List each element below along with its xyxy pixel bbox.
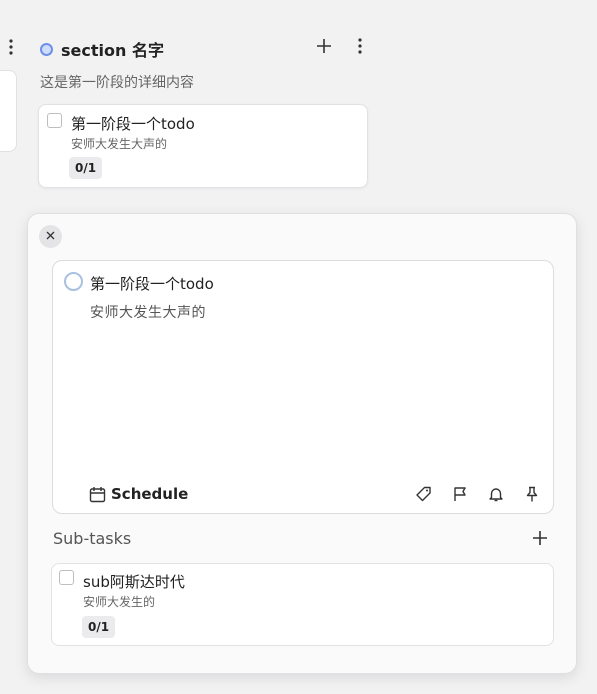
task-note: 安师大发生大声的 <box>71 137 168 151</box>
left-column-more-button[interactable] <box>4 38 18 62</box>
plus-icon <box>317 39 331 53</box>
section-description: 这是第一阶段的详细内容 <box>40 75 194 91</box>
task-title-input[interactable]: 第一阶段一个todo <box>90 273 214 294</box>
section-more-button[interactable] <box>350 38 370 60</box>
top-strip <box>0 0 597 16</box>
add-subtask-button[interactable] <box>528 527 552 551</box>
bell-icon[interactable] <box>487 485 505 503</box>
tag-icon[interactable] <box>415 485 433 503</box>
vertical-dots-icon <box>9 39 13 55</box>
pin-icon[interactable] <box>523 485 541 503</box>
flag-icon[interactable] <box>451 485 469 503</box>
section-color-icon <box>40 42 53 56</box>
left-column-card[interactable] <box>0 70 17 152</box>
task-title: 第一阶段一个todo <box>71 115 195 133</box>
task-note-input[interactable]: 安师大发生大声的 <box>90 302 206 322</box>
task-card[interactable]: 第一阶段一个todo 安师大发生大声的 0/1 <box>38 104 368 188</box>
subtask-note: 安师大发生的 <box>83 595 156 609</box>
close-icon <box>46 231 55 240</box>
task-editor: 第一阶段一个todo 安师大发生大声的 Schedule <box>52 260 554 514</box>
task-detail-panel: 第一阶段一个todo 安师大发生大声的 Schedule Sub-tasks s… <box>27 213 577 674</box>
subtask-title: sub阿斯达时代 <box>83 573 185 591</box>
plus-icon <box>533 531 547 545</box>
section-title[interactable]: section 名字 <box>61 37 164 61</box>
section-add-button[interactable] <box>313 38 335 60</box>
task-complete-toggle[interactable] <box>64 272 83 291</box>
schedule-label: Schedule <box>111 485 189 503</box>
subtask-checkbox[interactable] <box>59 570 74 585</box>
schedule-button[interactable]: Schedule <box>89 483 188 505</box>
task-checkbox[interactable] <box>47 113 62 128</box>
subtasks-heading: Sub-tasks <box>53 529 132 548</box>
vertical-dots-icon <box>358 38 362 54</box>
subtask-progress-badge: 0/1 <box>82 616 116 638</box>
close-button[interactable] <box>39 225 62 248</box>
calendar-icon <box>89 486 106 502</box>
subtask-progress-badge: 0/1 <box>69 157 103 179</box>
subtask-card[interactable]: sub阿斯达时代 安师大发生的 0/1 <box>51 563 554 646</box>
